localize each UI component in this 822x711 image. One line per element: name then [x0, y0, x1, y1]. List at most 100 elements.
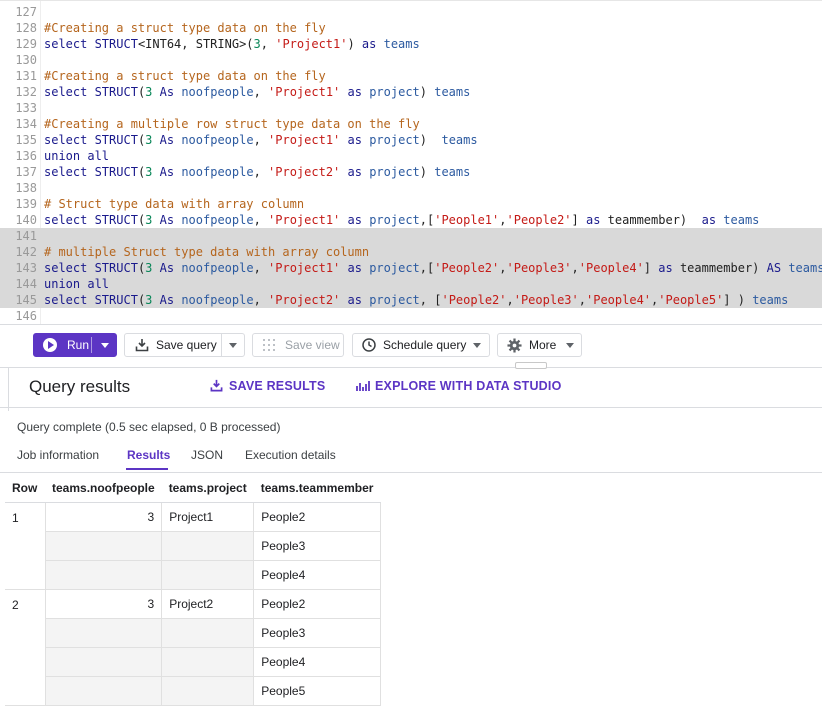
code-text: #Creating a multiple row struct type dat… [44, 117, 420, 131]
table-row: 1 3 Project1 People2 [5, 502, 381, 590]
save-query-label: Save query [156, 338, 217, 352]
play-icon [43, 338, 57, 352]
run-label: Run [67, 338, 90, 352]
chevron-down-icon[interactable] [229, 343, 237, 348]
explore-data-studio-button[interactable]: EXPLORE WITH DATA STUDIO [356, 379, 562, 393]
column-header[interactable]: teams.teammember [253, 473, 381, 503]
column-header[interactable]: teams.noofpeople [45, 473, 162, 503]
code-line[interactable]: 136 union all [0, 148, 822, 164]
schedule-query-label: Schedule query [383, 338, 467, 352]
line-number: 137 [15, 165, 37, 179]
code-text: #Creating a struct type data on the fly [44, 21, 326, 35]
tab-results[interactable]: Results [127, 448, 170, 462]
results-table: Row teams.noofpeople teams.project teams… [5, 473, 381, 706]
column-header[interactable]: teams.project [161, 473, 254, 503]
line-number: 146 [15, 309, 37, 323]
table-cell [161, 560, 255, 590]
line-number: 132 [15, 85, 37, 99]
table-cell [44, 676, 163, 706]
line-number: 144 [15, 277, 37, 291]
column-header[interactable]: Row [5, 473, 45, 503]
line-number: 141 [15, 229, 37, 243]
download-icon [210, 379, 223, 392]
table-cell [44, 560, 163, 590]
schedule-query-button[interactable]: Schedule query [352, 333, 490, 357]
code-line[interactable]: 141 [0, 228, 822, 244]
table-row: People4 [5, 560, 381, 590]
tab-execution-details[interactable]: Execution details [245, 448, 336, 462]
line-number: 142 [15, 245, 37, 259]
code-line[interactable]: 143 select STRUCT(3 As noofpeople, 'Proje… [0, 260, 822, 276]
table-row: 2 3 Project2 People2 [5, 589, 381, 706]
code-line[interactable]: 135 select STRUCT(3 As noofpeople, 'Proje… [0, 132, 822, 148]
chart-icon [356, 381, 370, 391]
table-cell [44, 531, 163, 561]
tab-json[interactable]: JSON [191, 448, 223, 462]
code-text: select STRUCT(3 As noofpeople, 'Project2… [44, 165, 471, 179]
line-number: 127 [15, 5, 37, 19]
table-cell: People2 [253, 589, 381, 619]
table-cell: Project2 [161, 589, 255, 619]
save-view-button[interactable]: Save view [252, 333, 344, 357]
code-text: select STRUCT(3 As noofpeople, 'Project1… [44, 85, 471, 99]
table-cell: People4 [253, 647, 381, 677]
line-number: 145 [15, 293, 37, 307]
table-cell [161, 618, 255, 648]
code-line[interactable]: 131 #Creating a struct type data on the f… [0, 68, 822, 84]
code-line[interactable]: 127 [0, 4, 822, 20]
more-button[interactable]: More [497, 333, 582, 357]
save-results-button[interactable]: SAVE RESULTS [210, 379, 325, 393]
code-line[interactable]: 145 select STRUCT(3 As noofpeople, 'Proje… [0, 292, 822, 308]
save-results-label: SAVE RESULTS [229, 379, 326, 393]
code-text: #Creating a struct type data on the fly [44, 69, 326, 83]
code-line[interactable]: 133 [0, 100, 822, 116]
code-line[interactable]: 146 [0, 308, 822, 324]
code-line[interactable]: 137 select STRUCT(3 As noofpeople, 'Proje… [0, 164, 822, 180]
line-number: 135 [15, 133, 37, 147]
chevron-down-icon [566, 343, 574, 348]
line-number: 136 [15, 149, 37, 163]
table-cell: People3 [253, 531, 381, 561]
code-line[interactable]: 134 #Creating a multiple row struct type … [0, 116, 822, 132]
code-text: select STRUCT<INT64, STRING>(3, 'Project… [44, 37, 420, 51]
code-line[interactable]: 138 [0, 180, 822, 196]
table-row: People4 [5, 647, 381, 677]
code-text: # Struct type data with array column [44, 197, 305, 211]
code-text: # multiple Struct type data with array c… [44, 245, 370, 259]
line-number: 143 [15, 261, 37, 275]
code-text: union all [44, 277, 110, 291]
sql-editor[interactable]: 127 128 #Creating a struct type data on th… [0, 0, 822, 325]
line-number: 133 [15, 101, 37, 115]
save-query-button[interactable]: Save query [124, 333, 245, 357]
code-line[interactable]: 140 select STRUCT(3 As noofpeople, 'Proje… [0, 212, 822, 228]
code-text: select STRUCT(3 As noofpeople, 'Project1… [44, 213, 760, 227]
table-cell [161, 676, 255, 706]
code-text: select STRUCT(3 As noofpeople, 'Project2… [44, 293, 789, 307]
code-line[interactable]: 142 # multiple Struct type data with arra… [0, 244, 822, 260]
line-number: 140 [15, 213, 37, 227]
line-number: 139 [15, 197, 37, 211]
code-line[interactable]: 129 select STRUCT<INT64, STRING>(3, 'Proj… [0, 36, 822, 52]
code-line[interactable]: 130 [0, 52, 822, 68]
code-text: select STRUCT(3 As noofpeople, 'Project1… [44, 261, 822, 275]
results-header: Query results SAVE RESULTS EXPLORE WITH … [0, 367, 822, 408]
download-icon [135, 339, 149, 352]
table-cell [44, 618, 163, 648]
table-cell [161, 647, 255, 677]
run-button[interactable]: Run [33, 333, 117, 357]
results-tabs: Job information Results JSON Execution d… [0, 446, 822, 472]
query-status: Query complete (0.5 sec elapsed, 0 B pro… [17, 420, 281, 434]
table-row: People3 [5, 531, 381, 561]
table-cell: 3 [44, 502, 163, 532]
chevron-down-icon[interactable] [101, 343, 109, 348]
code-text: select STRUCT(3 As noofpeople, 'Project1… [44, 133, 478, 147]
line-number: 131 [15, 69, 37, 83]
code-line[interactable]: 144 union all [0, 276, 822, 292]
save-view-label: Save view [285, 338, 340, 352]
code-line[interactable]: 139 # Struct type data with array column [0, 196, 822, 212]
table-header-row: Row teams.noofpeople teams.project teams… [5, 473, 381, 503]
tab-job-information[interactable]: Job information [17, 448, 99, 462]
code-line[interactable]: 132 select STRUCT(3 As noofpeople, 'Proje… [0, 84, 822, 100]
code-line[interactable]: 128 #Creating a struct type data on the f… [0, 20, 822, 36]
table-cell: Project1 [161, 502, 255, 532]
